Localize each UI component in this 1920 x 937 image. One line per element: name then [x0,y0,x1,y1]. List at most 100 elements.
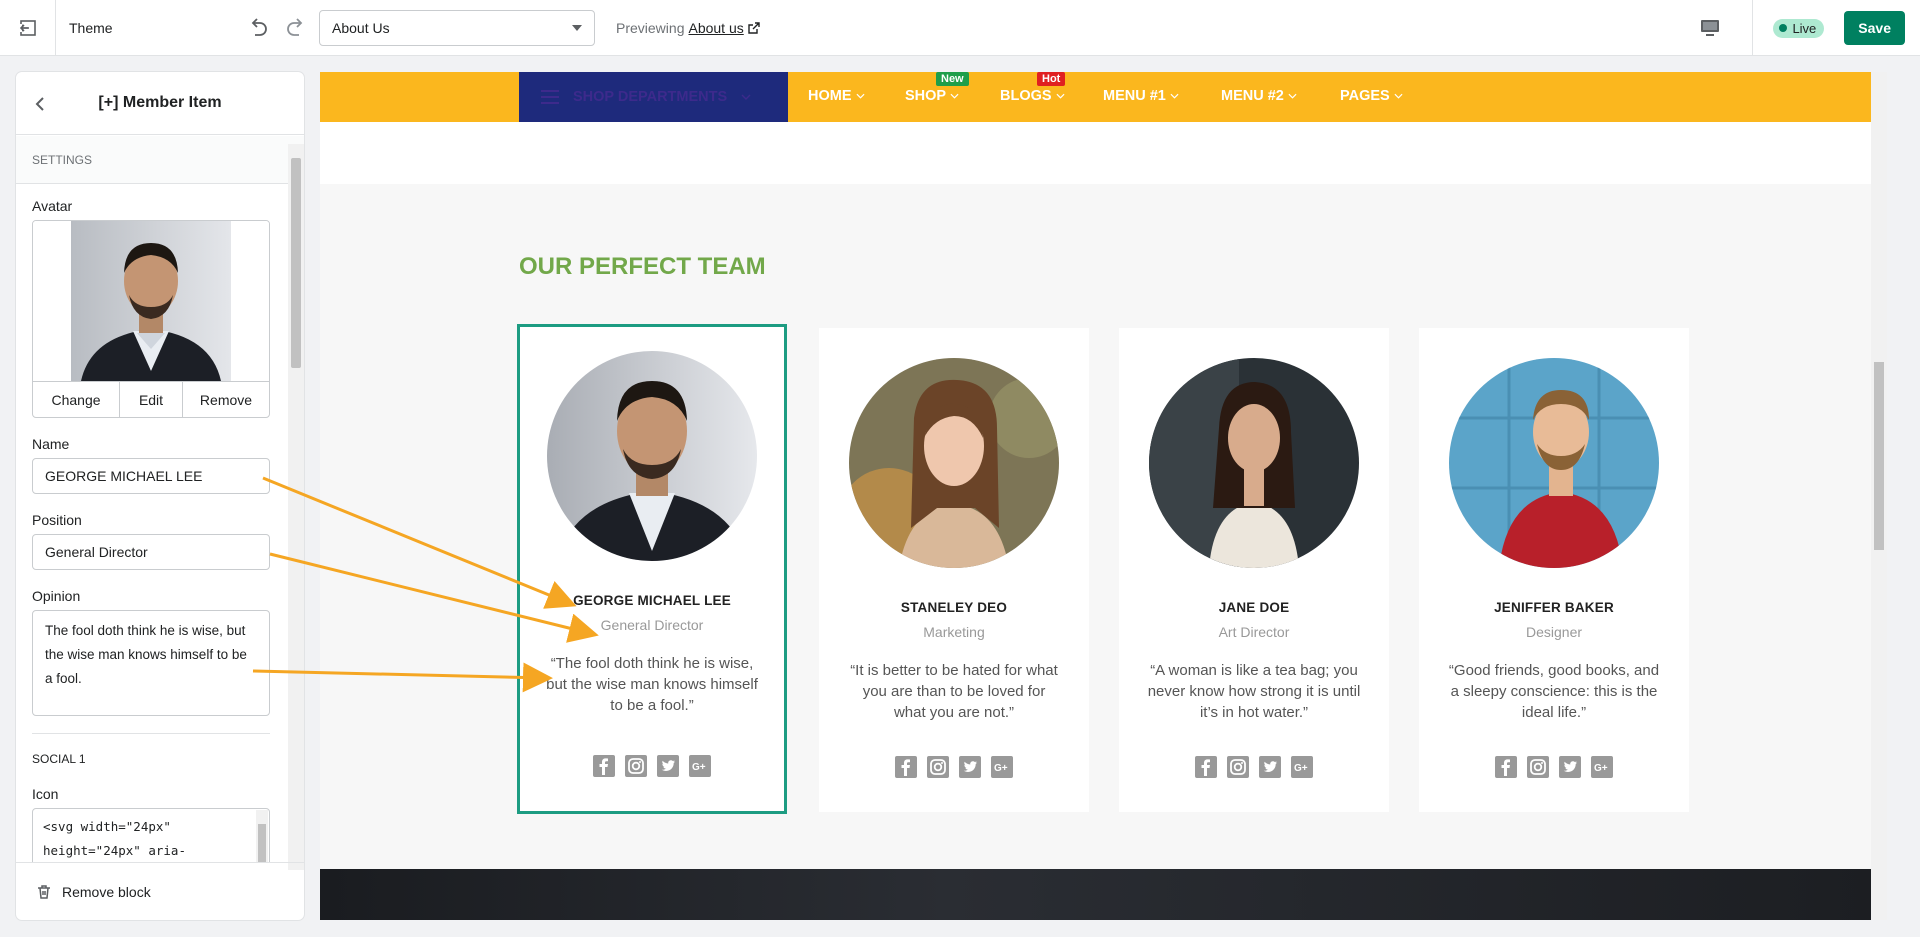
icon-label: Icon [32,786,59,802]
twitter-icon[interactable] [657,755,679,777]
google-plus-icon[interactable]: G+ [1591,756,1613,778]
avatar-remove-button[interactable]: Remove [183,382,269,417]
avatar-picker: Change Edit Remove [32,220,270,418]
member-card-george[interactable]: GEORGE MICHAEL LEE General Director “The… [517,324,787,814]
avatar-label: Avatar [32,198,73,214]
position-field[interactable]: General Director [32,534,270,570]
instagram-icon[interactable] [1527,756,1549,778]
member-opinion: “It is better to be hated for what you a… [850,662,1058,721]
opinion-textarea[interactable]: The fool doth think he is wise, but the … [32,610,270,716]
member-social-links: G+ [1119,756,1389,778]
chevron-down-icon [572,24,582,31]
nav-item-label: BLOGS [1000,88,1052,104]
chevron-down-icon [1056,93,1065,99]
undo-icon [251,17,267,36]
nav-item-blogs[interactable]: BLOGS [1000,88,1065,104]
google-plus-icon[interactable]: G+ [991,756,1013,778]
shop-departments-menu[interactable]: SHOP DEPARTMENTS [519,72,788,122]
nav-item-label: MENU #2 [1221,88,1284,104]
menu-icon [541,90,559,104]
twitter-icon[interactable] [1559,756,1581,778]
previewing-link[interactable]: About us [688,20,743,36]
undo-button[interactable] [241,10,277,46]
exit-icon [18,19,36,36]
sidebar-header: [+] Member Item [16,72,304,135]
save-button[interactable]: Save [1844,11,1905,45]
trash-icon [38,884,50,899]
instagram-icon[interactable] [927,756,949,778]
chevron-down-icon [1288,93,1297,99]
instagram-icon[interactable] [1227,756,1249,778]
desktop-icon [1701,20,1720,36]
member-photo [1449,358,1659,568]
position-label: Position [32,512,82,528]
member-opinion: “A woman is like a tea bag; you never kn… [1147,662,1361,721]
external-link-icon[interactable] [748,21,760,34]
exit-button[interactable] [0,0,56,56]
svg-text:G+: G+ [1594,763,1608,774]
previewing-info: Previewing About us [616,20,760,36]
back-icon [35,97,44,111]
icon-code-textarea[interactable]: <svg width="24px" height="24px" aria-hid… [32,808,270,862]
content-band [320,122,1887,184]
member-position: Marketing [923,624,985,640]
member-name: JENIFFER BAKER [1494,600,1614,615]
nav-item-label: HOME [808,88,852,104]
nav-item-shop[interactable]: SHOP [905,88,959,104]
avatar-edit-button[interactable]: Edit [120,382,183,417]
google-plus-icon[interactable]: G+ [1291,756,1313,778]
svg-text:G+: G+ [994,763,1008,774]
nav-item-menu-2[interactable]: MENU #2 [1221,88,1297,104]
facebook-icon[interactable] [1495,756,1517,778]
new-badge: New [936,72,969,86]
device-toggle-button[interactable] [1690,8,1730,48]
opinion-label: Opinion [32,588,81,604]
member-card-staneley[interactable]: STANELEY DEO Marketing “It is better to … [819,328,1089,812]
facebook-icon[interactable] [593,755,615,777]
chevron-down-icon [741,94,751,100]
twitter-icon[interactable] [1259,756,1281,778]
theme-label: Theme [69,19,113,36]
google-plus-icon[interactable]: G+ [689,755,711,777]
member-name: STANELEY DEO [900,600,1008,615]
chevron-down-icon [1394,93,1403,99]
redo-icon [287,17,303,36]
nav-item-menu-1[interactable]: MENU #1 [1103,88,1179,104]
sidebar-scrollbar[interactable] [288,144,304,870]
code-scrollbar[interactable] [256,810,268,862]
member-social-links: G+ [520,755,784,777]
svg-text:G+: G+ [1294,763,1308,774]
preview-scrollbar[interactable] [1871,72,1887,920]
back-button[interactable] [28,92,52,116]
avatar-change-button[interactable]: Change [33,382,120,417]
chevron-down-icon [1170,93,1179,99]
live-dot-icon [1779,24,1788,32]
facebook-icon[interactable] [895,756,917,778]
facebook-icon[interactable] [1195,756,1217,778]
member-opinion: “The fool doth think he is wise, but the… [546,655,758,714]
member-card-jane[interactable]: JANE DOE Art Director “A woman is like a… [1119,328,1389,812]
nav-item-home[interactable]: HOME [808,88,865,104]
settings-section-heading: SETTINGS [16,136,304,184]
store-nav: SHOP DEPARTMENTS HOME SHOP New BLOGS Hot… [320,72,1887,122]
redo-button[interactable] [277,10,313,46]
member-photo [849,358,1059,568]
editor-topbar: Theme About Us Previewing About us Live … [0,0,1920,56]
remove-block-button[interactable]: Remove block [16,862,304,920]
shop-departments-label: SHOP DEPARTMENTS [573,89,728,105]
social-section-heading: SOCIAL 1 [32,752,86,766]
member-photo [547,351,757,561]
member-card-jeniffer[interactable]: JENIFFER BAKER Designer “Good friends, g… [1419,328,1689,812]
name-field[interactable]: GEORGE MICHAEL LEE [32,458,270,494]
member-position: Art Director [1218,624,1290,640]
settings-sidebar: [+] Member Item SETTINGS Avatar Change E… [16,72,304,920]
previewing-label: Previewing [616,19,685,36]
member-position: Designer [1525,624,1583,640]
page-select[interactable]: About Us [319,9,595,46]
instagram-icon[interactable] [625,755,647,777]
member-social-links: G+ [819,756,1089,778]
nav-item-pages[interactable]: PAGES [1340,88,1403,104]
hot-badge: Hot [1037,72,1066,86]
member-social-links: G+ [1419,756,1689,778]
twitter-icon[interactable] [959,756,981,778]
